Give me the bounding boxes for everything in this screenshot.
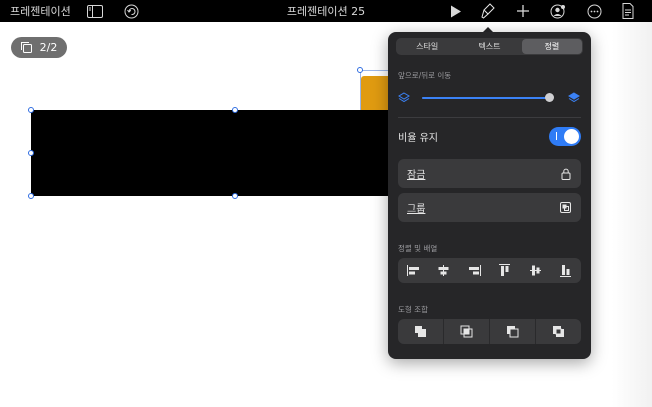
format-popover: 스타일 텍스트 정렬 앞으로/뒤로 이동 비율 유지 잠금 그룹 정렬 및 배열: [388, 32, 591, 359]
align-section-label: 정렬 및 배열: [398, 244, 438, 253]
shape-union-icon: [415, 326, 426, 337]
selection-handle[interactable]: [232, 193, 238, 199]
orange-shape-handle[interactable]: [357, 67, 363, 73]
tab-style[interactable]: 스타일: [397, 39, 457, 54]
slides-stack-icon: [20, 42, 32, 53]
keep-ratio-label: 비율 유지: [398, 132, 438, 144]
align-center-button[interactable]: [429, 258, 460, 283]
align-left-icon: [406, 265, 419, 276]
align-middle-button[interactable]: [520, 258, 551, 283]
slide-indicator[interactable]: 2/2: [11, 37, 67, 58]
more-icon[interactable]: [586, 3, 602, 19]
align-top-icon: [499, 264, 511, 276]
move-section-label: 앞으로/뒤로 이동: [398, 71, 452, 80]
undo-icon[interactable]: [122, 3, 140, 19]
add-icon[interactable]: [516, 3, 530, 19]
lock-button[interactable]: 잠금: [398, 159, 581, 188]
combine-section-label: 도형 조합: [398, 305, 428, 314]
top-toolbar: 프레젠테이션 프레젠테이션 25: [0, 0, 652, 22]
slider-fill: [422, 97, 550, 99]
bring-forward-icon[interactable]: [568, 92, 580, 104]
selection-handle[interactable]: [28, 150, 34, 156]
align-top-button[interactable]: [490, 258, 521, 283]
shape-intersect-icon: [460, 325, 473, 338]
toggle-knob: [564, 128, 579, 144]
combine-intersect-button[interactable]: [443, 319, 489, 344]
align-center-icon: [438, 265, 449, 276]
document-title: 프레젠테이션 25: [286, 5, 366, 18]
layer-slider[interactable]: [398, 90, 582, 106]
lock-icon: [561, 168, 571, 180]
black-rectangle-shape[interactable]: [31, 110, 431, 196]
app-label[interactable]: 프레젠테이션: [10, 3, 71, 19]
group-button[interactable]: 그룹: [398, 193, 581, 222]
keep-ratio-row: 비율 유지: [398, 125, 581, 147]
align-bottom-icon: [560, 265, 572, 277]
shape-exclude-icon: [553, 326, 564, 337]
selection-handle[interactable]: [232, 107, 238, 113]
align-right-icon: [468, 265, 481, 276]
group-label: 그룹: [407, 204, 426, 215]
align-buttons: [398, 258, 581, 283]
play-icon[interactable]: [449, 3, 463, 19]
combine-union-button[interactable]: [398, 319, 443, 344]
lock-label: 잠금: [407, 170, 426, 181]
align-right-button[interactable]: [459, 258, 490, 283]
combine-buttons: [398, 319, 581, 344]
collaborate-icon[interactable]: [548, 3, 566, 19]
align-left-button[interactable]: [398, 258, 429, 283]
format-brush-icon[interactable]: [480, 3, 498, 19]
tab-arrange[interactable]: 정렬: [521, 39, 582, 54]
send-backward-icon[interactable]: [398, 92, 410, 104]
selection-handle[interactable]: [28, 193, 34, 199]
selection-handle[interactable]: [28, 107, 34, 113]
toggle-on-mark: [556, 131, 557, 140]
tab-text[interactable]: 텍스트: [459, 39, 519, 54]
combine-subtract-button[interactable]: [489, 319, 535, 344]
canvas-edge-shade: [612, 22, 652, 407]
slider-thumb[interactable]: [544, 93, 554, 102]
document-icon[interactable]: [621, 3, 635, 19]
align-bottom-button[interactable]: [551, 258, 582, 283]
group-icon: [560, 202, 571, 213]
shape-subtract-icon: [507, 326, 519, 338]
sidebar-icon[interactable]: [86, 3, 104, 19]
divider: [398, 117, 581, 118]
combine-exclude-button[interactable]: [535, 319, 581, 344]
slide-indicator-label: 2/2: [39, 41, 58, 54]
keep-ratio-toggle[interactable]: [549, 126, 581, 146]
format-tab-control: 스타일 텍스트 정렬: [396, 38, 583, 55]
align-middle-icon: [529, 265, 541, 276]
